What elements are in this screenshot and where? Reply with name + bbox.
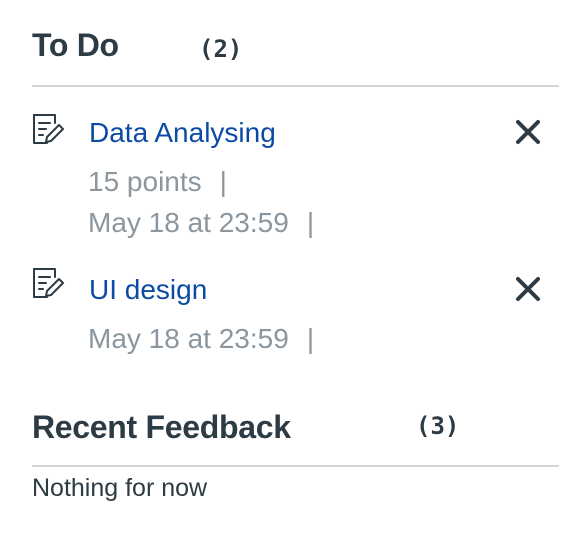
todo-points: 15 points | <box>88 166 227 198</box>
feedback-empty-text: Nothing for now <box>32 474 208 502</box>
todo-link-data-analysing[interactable]: Data Analysing <box>89 117 276 149</box>
todo-due-date: May 18 at 23:59 | <box>88 207 314 239</box>
points-text: 15 points <box>88 166 202 197</box>
assignment-icon <box>30 266 66 302</box>
due-text: May 18 at 23:59 <box>88 323 289 354</box>
meta-separator: | <box>306 323 315 354</box>
meta-separator: | <box>219 166 227 197</box>
assignment-icon <box>30 112 66 148</box>
sidebar-panel: To Do (2) Data Analysing 15 points | May… <box>0 0 586 538</box>
due-text: May 18 at 23:59 <box>88 207 289 238</box>
meta-separator: | <box>306 207 315 238</box>
feedback-heading: Recent Feedback <box>32 409 291 445</box>
feedback-divider <box>32 465 559 467</box>
todo-divider <box>32 85 559 87</box>
close-icon[interactable] <box>512 116 544 148</box>
todo-link-ui-design[interactable]: UI design <box>89 274 207 306</box>
todo-due-date: May 18 at 23:59 | <box>88 323 314 355</box>
close-icon[interactable] <box>512 273 544 305</box>
feedback-count: (3) <box>416 412 460 440</box>
todo-count: (2) <box>199 35 243 63</box>
todo-heading: To Do <box>32 27 119 63</box>
